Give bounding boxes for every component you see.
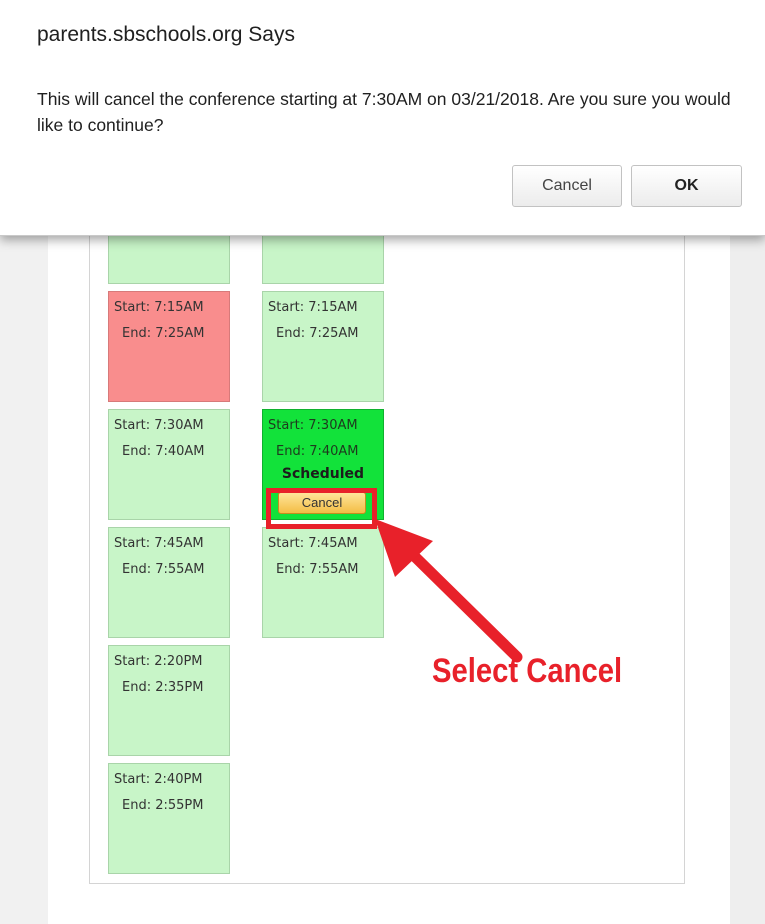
dialog-title: parents.sbschools.org Says bbox=[37, 23, 295, 46]
slot-start-time: Start: 7:15AM bbox=[268, 300, 358, 315]
slot-start-time: Start: 7:15AM bbox=[114, 300, 204, 315]
slot-end-time: End: 2:35PM bbox=[122, 680, 204, 695]
time-slot[interactable]: Start: 7:15AM End: 7:25AM bbox=[262, 291, 384, 402]
time-slot-partial[interactable] bbox=[262, 230, 384, 284]
slot-end-time: End: 7:55AM bbox=[276, 562, 359, 577]
time-slot[interactable]: Start: 7:45AM End: 7:55AM bbox=[108, 527, 230, 638]
time-slot-booked: Start: 7:15AM End: 7:25AM bbox=[108, 291, 230, 402]
time-slot[interactable]: Start: 7:30AM End: 7:40AM bbox=[108, 409, 230, 520]
time-slot[interactable]: Start: 2:20PM End: 2:35PM bbox=[108, 645, 230, 756]
slot-end-time: End: 2:55PM bbox=[122, 798, 204, 813]
highlight-box bbox=[266, 488, 377, 529]
slot-end-time: End: 7:40AM bbox=[276, 444, 359, 459]
slot-start-time: Start: 7:45AM bbox=[114, 536, 204, 551]
time-slot-partial[interactable] bbox=[108, 230, 230, 284]
slot-start-time: Start: 2:20PM bbox=[114, 654, 203, 669]
slot-start-time: Start: 7:45AM bbox=[268, 536, 358, 551]
scheduled-status: Scheduled bbox=[281, 466, 365, 482]
slot-end-time: End: 7:25AM bbox=[122, 326, 205, 341]
confirm-dialog: parents.sbschools.org Says This will can… bbox=[0, 0, 765, 236]
dialog-message: This will cancel the conference starting… bbox=[37, 89, 731, 135]
slot-start-time: Start: 7:30AM bbox=[268, 418, 358, 433]
slot-end-time: End: 7:25AM bbox=[276, 326, 359, 341]
callout-label: Select Cancel bbox=[432, 652, 623, 690]
slot-end-time: End: 7:40AM bbox=[122, 444, 205, 459]
slot-start-time: Start: 7:30AM bbox=[114, 418, 204, 433]
page-scroll-area bbox=[730, 230, 765, 924]
slot-end-time: End: 7:55AM bbox=[122, 562, 205, 577]
dialog-cancel-button[interactable]: Cancel bbox=[512, 165, 622, 207]
pointer-arrow-icon bbox=[375, 519, 523, 663]
dialog-ok-button[interactable]: OK bbox=[631, 165, 742, 207]
slot-start-time: Start: 2:40PM bbox=[114, 772, 203, 787]
time-slot[interactable]: Start: 2:40PM End: 2:55PM bbox=[108, 763, 230, 874]
